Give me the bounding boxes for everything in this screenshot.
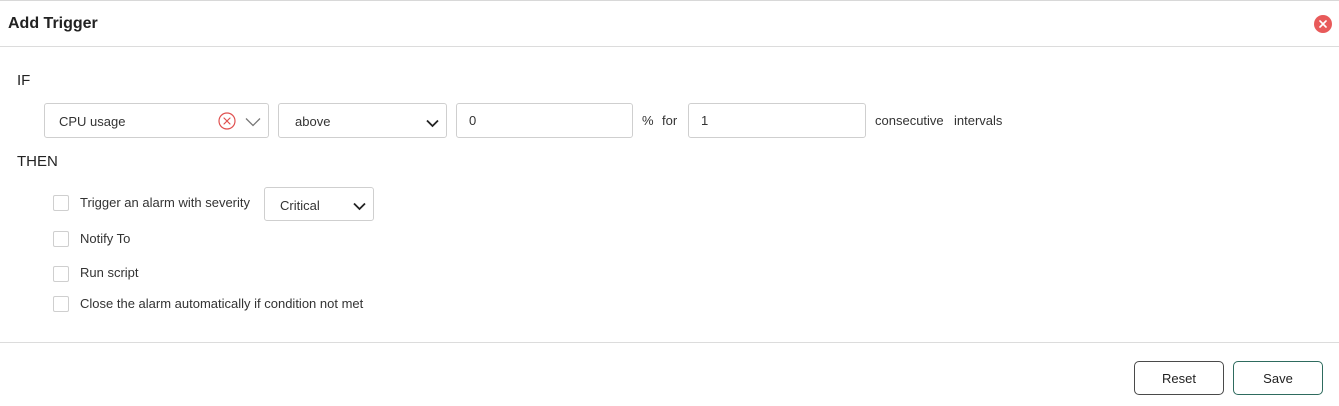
metric-value: CPU usage — [59, 114, 126, 129]
severity-select[interactable]: Critical — [264, 187, 374, 221]
trigger-alarm-checkbox[interactable] — [53, 195, 69, 211]
save-button[interactable]: Save — [1233, 361, 1323, 395]
intervals-input[interactable] — [701, 113, 851, 128]
chevron-down-icon[interactable] — [245, 115, 261, 130]
chevron-down-icon — [353, 199, 366, 214]
auto-close-alarm-checkbox[interactable] — [53, 296, 69, 312]
threshold-input[interactable] — [469, 113, 619, 128]
add-trigger-dialog: Add Trigger IF CPU usage above % for con… — [0, 0, 1339, 406]
consecutive-label: consecutive — [875, 113, 944, 128]
close-icon — [1319, 15, 1327, 33]
threshold-field[interactable] — [456, 103, 633, 138]
close-button[interactable] — [1314, 15, 1332, 33]
then-section-label: THEN — [17, 153, 58, 170]
notify-to-checkbox[interactable] — [53, 231, 69, 247]
clear-circle-icon[interactable] — [218, 112, 236, 133]
footer-divider — [0, 342, 1339, 343]
unit-label: % — [642, 113, 654, 128]
notify-to-label: Notify To — [80, 231, 131, 246]
trigger-alarm-label: Trigger an alarm with severity — [80, 195, 251, 210]
chevron-down-icon — [426, 116, 439, 131]
run-script-label: Run script — [80, 265, 139, 280]
intervals-field[interactable] — [688, 103, 866, 138]
if-section-label: IF — [17, 72, 31, 89]
intervals-label: intervals — [954, 113, 1003, 128]
dialog-header: Add Trigger — [0, 1, 1339, 47]
dialog-title: Add Trigger — [8, 15, 98, 32]
for-label: for — [662, 113, 678, 128]
operator-select[interactable]: above — [278, 103, 447, 138]
severity-value: Critical — [280, 198, 320, 213]
operator-value: above — [295, 114, 331, 129]
reset-button[interactable]: Reset — [1134, 361, 1224, 395]
run-script-checkbox[interactable] — [53, 266, 69, 282]
auto-close-alarm-label: Close the alarm automatically if conditi… — [80, 296, 364, 311]
metric-select[interactable]: CPU usage — [44, 103, 269, 138]
